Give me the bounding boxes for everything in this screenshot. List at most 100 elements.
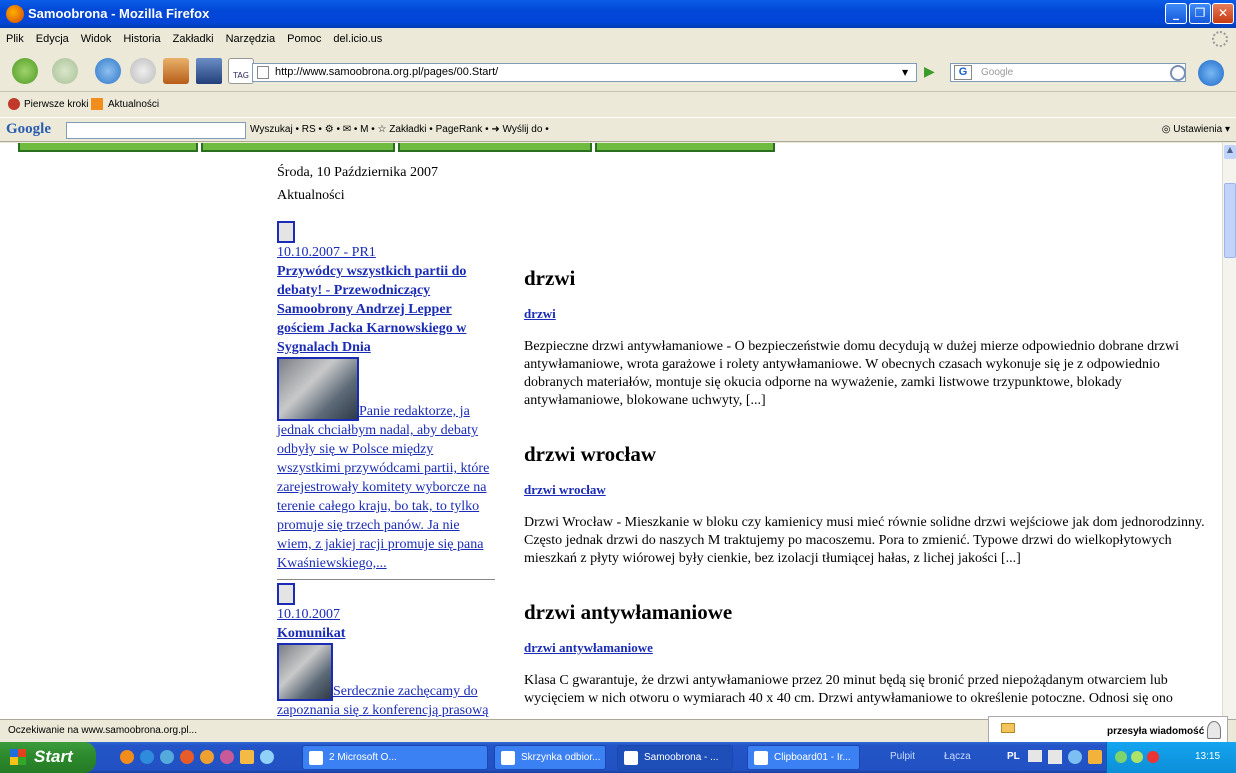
reload-button[interactable]: [95, 58, 121, 84]
google-settings-button[interactable]: ◎ Ustawienia ▾: [1162, 124, 1230, 135]
close-button[interactable]: ✕: [1212, 3, 1234, 24]
task-word[interactable]: 2 Microsoft O...: [302, 745, 488, 770]
menu-delicious[interactable]: del.icio.us: [327, 28, 388, 45]
print-icon[interactable]: [277, 221, 295, 243]
menu-view[interactable]: Widok: [75, 28, 118, 45]
restore-button[interactable]: ❐: [1189, 3, 1211, 24]
ad-text: Klasa C gwarantuje, że drzwi antywłamani…: [524, 673, 1173, 706]
quicklaunch-app-icon[interactable]: [240, 750, 254, 764]
keyboard-icon[interactable]: [1028, 750, 1042, 762]
quicklaunch-app-icon[interactable]: [160, 750, 174, 764]
firefox-icon: [624, 751, 638, 765]
site-nav-tab-4[interactable]: [595, 143, 775, 152]
tray-app-icon[interactable]: [1131, 751, 1143, 763]
tray-antivirus-icon[interactable]: [1147, 751, 1159, 763]
ad-link[interactable]: drzwi antywłamaniowe: [524, 640, 653, 655]
toolbar-app-icon[interactable]: [1068, 750, 1082, 764]
notification-popup[interactable]: przesyła wiadomość: [988, 716, 1228, 744]
task-firefox[interactable]: Samoobrona - ...: [617, 745, 733, 770]
ad-heading: drzwi antywłamaniowe: [524, 600, 733, 624]
tag-icon[interactable]: TAG: [228, 58, 254, 84]
help-icon[interactable]: [1048, 750, 1062, 764]
status-text: Oczekiwanie na www.samoobrona.org.pl...: [8, 725, 197, 736]
site-nav-tab-3[interactable]: [398, 143, 592, 152]
url-bar[interactable]: http://www.samoobrona.org.pl/pages/00.St…: [252, 63, 917, 82]
news-date-link[interactable]: 10.10.2007 - PR1: [277, 245, 376, 260]
tray-network-icon[interactable]: [1115, 751, 1127, 763]
bookmark-news[interactable]: Aktualności: [108, 99, 159, 110]
site-nav-tab-2[interactable]: [201, 143, 395, 152]
url-dropdown-icon[interactable]: ▼: [902, 68, 908, 77]
window-titlebar[interactable]: Samoobrona - Mozilla Firefox _ ❐ ✕: [0, 0, 1236, 28]
navigation-toolbar: TAG http://www.samoobrona.org.pl/pages/0…: [0, 50, 1236, 92]
news-excerpt-link[interactable]: Panie redaktorze, ja jednak chciałbym na…: [277, 404, 489, 571]
minimize-button[interactable]: _: [1165, 3, 1187, 24]
window-title: Samoobrona - Mozilla Firefox: [28, 6, 210, 21]
ad-block: drzwi wrocław drzwi wrocław Drzwi Wrocła…: [524, 444, 1214, 568]
go-icon[interactable]: ▶: [924, 64, 935, 80]
toolbar-links[interactable]: Łącza: [944, 751, 971, 762]
menu-file[interactable]: Plik: [0, 28, 30, 45]
taskbar: Start 2 Microsoft O... Skrzynka odbior..…: [0, 742, 1236, 773]
news-title-link[interactable]: Komunikat: [277, 626, 345, 641]
bookmark-getting-started[interactable]: Pierwsze kroki: [24, 99, 88, 110]
menu-bookmarks[interactable]: Zakładki: [167, 28, 220, 45]
print-icon[interactable]: [277, 583, 295, 605]
google-toolbar-items[interactable]: Wyszukaj • RS • ⚙ • ✉ • M • ☆ Zakładki •…: [250, 124, 549, 135]
outlook-icon: [501, 751, 515, 765]
clock[interactable]: 13:15: [1195, 751, 1220, 762]
url-text: http://www.samoobrona.org.pl/pages/00.St…: [275, 66, 499, 78]
google-engine-icon[interactable]: G: [954, 65, 972, 80]
irfanview-icon: [754, 751, 768, 765]
save-icon[interactable]: [196, 58, 222, 84]
ad-link[interactable]: drzwi wrocław: [524, 482, 606, 497]
ad-link[interactable]: drzwi: [524, 306, 556, 321]
news-title-link[interactable]: Przywódcy wszystkich partii do debaty! -…: [277, 264, 466, 355]
news-divider: [277, 579, 495, 580]
quicklaunch-app-icon[interactable]: [200, 750, 214, 764]
web-content: Środa, 10 Października 2007 Aktualności …: [0, 143, 1222, 719]
toolbar-desktop[interactable]: Pulpit: [890, 751, 915, 762]
news-item: 10.10.2007 - PR1 Przywódcy wszystkich pa…: [277, 221, 495, 580]
forward-button[interactable]: [52, 58, 78, 84]
windows-logo-icon: [10, 749, 26, 765]
quicklaunch-firefox-icon[interactable]: [120, 750, 134, 764]
notification-text: przesyła wiadomość: [1107, 726, 1205, 737]
task-irfanview[interactable]: Clipboard01 - Ir...: [747, 745, 860, 770]
home-icon[interactable]: [163, 58, 189, 84]
stop-button[interactable]: [130, 58, 156, 84]
task-outlook[interactable]: Skrzynka odbior...: [494, 745, 606, 770]
news-photo[interactable]: [277, 357, 359, 421]
menu-tools[interactable]: Narzędzia: [220, 28, 282, 45]
ad-text: Bezpieczne drzwi antywłamaniowe - O bezp…: [524, 339, 1180, 408]
ad-block: drzwi antywłamaniowe drzwi antywłamaniow…: [524, 600, 1214, 708]
quicklaunch-app-icon[interactable]: [180, 750, 194, 764]
vertical-scrollbar[interactable]: ▲: [1222, 143, 1236, 719]
quicklaunch-app-icon[interactable]: [220, 750, 234, 764]
addon-icon[interactable]: [1198, 60, 1224, 86]
language-indicator[interactable]: PL: [1007, 751, 1020, 762]
quicklaunch-app-icon[interactable]: [260, 750, 274, 764]
word-icon: [309, 751, 323, 765]
start-button[interactable]: Start: [0, 742, 96, 773]
toolbar-app-icon[interactable]: [1088, 750, 1102, 764]
google-search-input[interactable]: [66, 122, 246, 139]
firefox-icon: [6, 5, 24, 23]
menu-history[interactable]: Historia: [117, 28, 166, 45]
section-title: Aktualności: [277, 188, 345, 203]
back-button[interactable]: [12, 58, 38, 84]
system-tray: 13:15: [1106, 742, 1236, 773]
menu-edit[interactable]: Edycja: [30, 28, 75, 45]
messenger-icon: [1207, 721, 1221, 739]
news-date-link[interactable]: 10.10.2007: [277, 607, 340, 622]
quicklaunch-ie-icon[interactable]: [140, 750, 154, 764]
site-nav-tab-1[interactable]: [18, 143, 198, 152]
throbber-icon: [1212, 31, 1228, 47]
ad-heading: drzwi: [524, 266, 576, 290]
scroll-thumb[interactable]: [1224, 183, 1236, 258]
news-photo[interactable]: [277, 643, 333, 701]
search-icon[interactable]: [1170, 65, 1186, 81]
menu-help[interactable]: Pomoc: [281, 28, 327, 45]
search-input[interactable]: G Google: [950, 63, 1186, 82]
scroll-up-icon[interactable]: ▲: [1224, 145, 1236, 159]
